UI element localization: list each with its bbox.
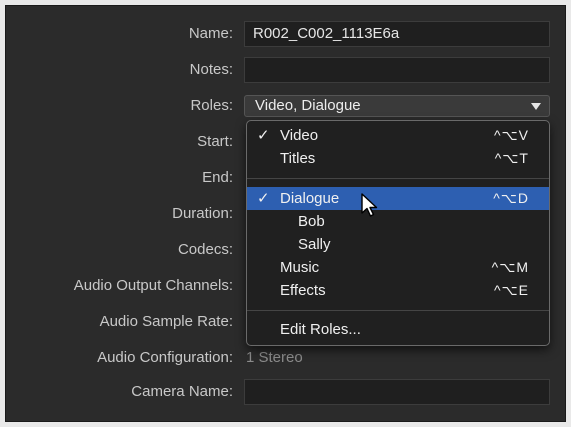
end-label: End:	[202, 169, 233, 186]
audio-configuration-value: 1 Stereo	[246, 349, 303, 366]
menu-item-bob[interactable]: Bob	[247, 210, 549, 233]
menu-item-shortcut: ^⌥V	[493, 127, 529, 143]
checkmark-icon: ✓	[257, 127, 270, 144]
camera-name-field[interactable]	[244, 379, 550, 405]
menu-item-label: Dialogue	[280, 190, 340, 207]
duration-label: Duration:	[172, 205, 233, 222]
roles-label: Roles:	[190, 97, 233, 114]
name-field[interactable]: R002_C002_1113E6a	[244, 21, 550, 47]
menu-item-label: Titles	[280, 150, 316, 167]
menu-item-edit-roles[interactable]: Edit Roles...	[247, 318, 549, 341]
name-label: Name:	[188, 25, 233, 42]
menu-item-video[interactable]: ✓ Video ^⌥V	[247, 124, 549, 147]
camera-name-label: Camera Name:	[131, 383, 233, 400]
menu-item-sally[interactable]: Sally	[247, 233, 549, 256]
roles-row: Roles: Video, Dialogue	[6, 90, 567, 120]
menu-item-label: Edit Roles...	[280, 321, 361, 338]
menu-item-label: Video	[280, 127, 319, 144]
name-row: Name: R002_C002_1113E6a	[6, 18, 567, 48]
codecs-label: Codecs:	[177, 241, 233, 258]
menu-item-music[interactable]: Music ^⌥M	[247, 256, 549, 279]
roles-popup-value: Video, Dialogue	[255, 97, 361, 114]
notes-field[interactable]	[244, 57, 550, 83]
menu-item-label: Sally	[298, 236, 331, 253]
menu-item-label: Music	[280, 259, 320, 276]
checkmark-icon: ✓	[257, 190, 270, 207]
menu-item-dialogue[interactable]: ✓ Dialogue ^⌥D	[247, 187, 549, 210]
menu-item-shortcut: ^⌥D	[493, 190, 529, 206]
notes-label: Notes:	[189, 61, 233, 78]
roles-menu: ✓ Video ^⌥V Titles ^⌥T ✓ Dialogue ^⌥D Bo…	[246, 120, 550, 346]
roles-popup[interactable]: Video, Dialogue	[244, 95, 550, 117]
start-label: Start:	[197, 133, 233, 150]
audio-configuration-row: Audio Configuration: 1 Stereo	[6, 342, 567, 372]
popup-arrow-icon	[531, 103, 541, 110]
audio-configuration-label: Audio Configuration:	[97, 349, 233, 366]
camera-name-row: Camera Name:	[6, 376, 567, 406]
menu-item-label: Effects	[280, 282, 326, 299]
menu-item-shortcut: ^⌥E	[493, 282, 529, 298]
mouse-pointer-icon	[361, 193, 378, 217]
menu-separator	[247, 310, 549, 311]
menu-item-effects[interactable]: Effects ^⌥E	[247, 279, 549, 302]
menu-item-label: Bob	[298, 213, 325, 230]
audio-sample-rate-label: Audio Sample Rate:	[99, 313, 233, 330]
menu-item-titles[interactable]: Titles ^⌥T	[247, 147, 549, 170]
notes-row: Notes:	[6, 54, 567, 84]
menu-item-shortcut: ^⌥M	[491, 259, 529, 275]
menu-separator	[247, 178, 549, 179]
menu-item-shortcut: ^⌥T	[494, 150, 529, 166]
audio-output-channels-label: Audio Output Channels:	[73, 277, 233, 294]
